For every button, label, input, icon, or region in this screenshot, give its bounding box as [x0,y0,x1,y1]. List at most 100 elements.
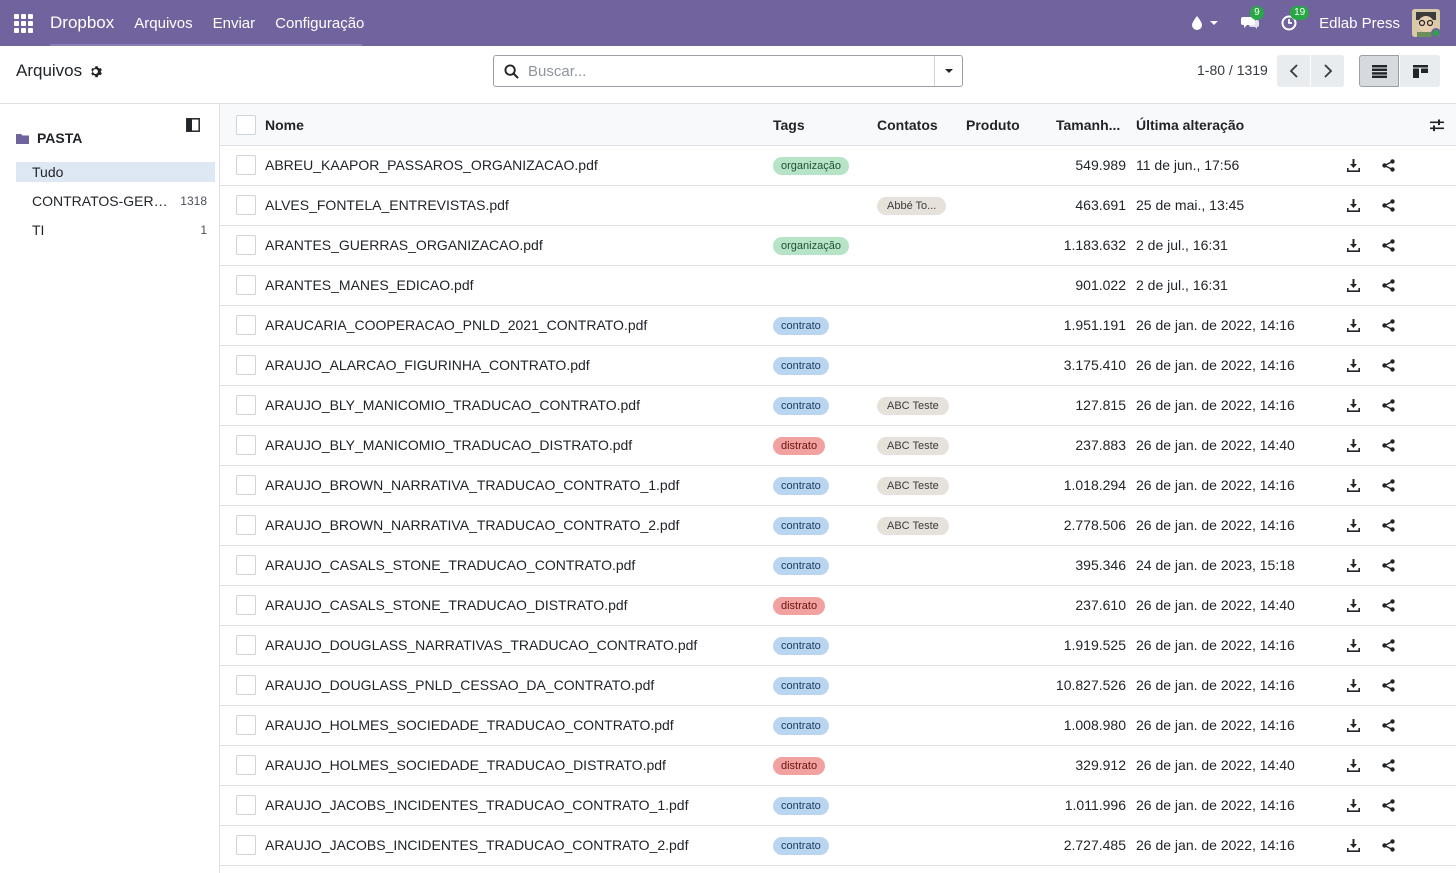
app-brand[interactable]: Dropbox [50,13,114,33]
column-header-modified[interactable]: Última alteração [1136,117,1244,133]
search-input[interactable] [528,57,934,85]
table-row[interactable]: ARAUCARIA_COOPERACAO_PNLD_2021_CONTRATO.… [220,306,1456,346]
table-row[interactable]: ARAUJO_ALARCAO_FIGURINHA_CONTRATO.pdf con… [220,346,1456,386]
row-checkbox[interactable] [236,475,256,495]
table-row[interactable]: ARAUJO_CASALS_STONE_TRADUCAO_DISTRATO.pd… [220,586,1456,626]
share-button[interactable] [1382,199,1395,215]
menu-arquivos[interactable]: Arquivos [134,15,192,32]
row-checkbox[interactable] [236,555,256,575]
download-button[interactable] [1347,399,1360,415]
row-checkbox[interactable] [236,155,256,175]
file-name[interactable]: ALVES_FONTELA_ENTREVISTAS.pdf [265,197,509,213]
row-checkbox[interactable] [236,835,256,855]
download-button[interactable] [1347,199,1360,215]
user-name[interactable]: Edlab Press [1319,15,1400,32]
row-checkbox[interactable] [236,435,256,455]
table-row[interactable]: ARAUJO_DOUGLASS_NARRATIVAS_TRADUCAO_CONT… [220,626,1456,666]
share-button[interactable] [1382,319,1395,335]
row-checkbox[interactable] [236,715,256,735]
download-button[interactable] [1347,599,1360,615]
file-name[interactable]: ARAUJO_DOUGLASS_NARRATIVAS_TRADUCAO_CONT… [265,637,697,653]
row-checkbox[interactable] [236,395,256,415]
column-header-name[interactable]: Nome [265,117,304,133]
share-button[interactable] [1382,399,1395,415]
share-button[interactable] [1382,719,1395,735]
table-row[interactable]: ARAUJO_DOUGLASS_PNLD_CESSAO_DA_CONTRATO.… [220,666,1456,706]
download-button[interactable] [1347,319,1360,335]
row-checkbox[interactable] [236,755,256,775]
messages-button[interactable]: 9 [1241,6,1264,31]
file-name[interactable]: ARANTES_GUERRAS_ORGANIZACAO.pdf [265,237,543,253]
table-row[interactable]: ARAUJO_HOLMES_SOCIEDADE_TRADUCAO_CONTRAT… [220,706,1456,746]
share-button[interactable] [1382,799,1395,815]
share-button[interactable] [1382,679,1395,695]
download-button[interactable] [1347,799,1360,815]
share-button[interactable] [1382,559,1395,575]
list-view-button[interactable] [1359,55,1399,87]
download-button[interactable] [1347,279,1360,295]
sidebar-item-tudo[interactable]: Tudo [16,162,215,182]
download-button[interactable] [1347,519,1360,535]
download-button[interactable] [1347,679,1360,695]
table-row[interactable]: ARAUJO_BROWN_NARRATIVA_TRADUCAO_CONTRATO… [220,466,1456,506]
table-row[interactable]: ARAUJO_BROWN_NARRATIVA_TRADUCAO_CONTRATO… [220,506,1456,546]
share-button[interactable] [1382,479,1395,495]
pager-previous-button[interactable] [1277,55,1310,87]
download-button[interactable] [1347,159,1360,175]
table-row[interactable]: ARAUJO_HOLMES_SOCIEDADE_TRADUCAO_DISTRAT… [220,746,1456,786]
download-button[interactable] [1347,239,1360,255]
pager-next-button[interactable] [1311,55,1344,87]
row-checkbox[interactable] [236,235,256,255]
row-checkbox[interactable] [236,315,256,335]
download-button[interactable] [1347,439,1360,455]
file-name[interactable]: ARAUJO_BLY_MANICOMIO_TRADUCAO_DISTRATO.p… [265,437,632,453]
sidebar-item-ti[interactable]: TI 1 [16,220,215,240]
user-avatar[interactable] [1412,9,1440,37]
row-checkbox[interactable] [236,355,256,375]
kanban-view-button[interactable] [1400,55,1440,87]
file-name[interactable]: ARAUJO_BLY_MANICOMIO_TRADUCAO_CONTRATO.p… [265,397,640,413]
share-button[interactable] [1382,439,1395,455]
file-name[interactable]: ARAUJO_DOUGLASS_PNLD_CESSAO_DA_CONTRATO.… [265,677,654,693]
download-button[interactable] [1347,479,1360,495]
pager-value[interactable]: 1-80 / 1319 [1197,62,1268,78]
row-checkbox[interactable] [236,275,256,295]
table-row[interactable]: ARAUJO_JACOBS_INCIDENTES_TRADUCAO_CONTRA… [220,786,1456,826]
column-header-contacts[interactable]: Contatos [877,117,938,133]
file-name[interactable]: ARAUJO_BROWN_NARRATIVA_TRADUCAO_CONTRATO… [265,517,679,533]
share-button[interactable] [1382,519,1395,535]
file-name[interactable]: ARAUJO_JACOBS_INCIDENTES_TRADUCAO_CONTRA… [265,797,688,813]
sidebar-item-contratos-gerais[interactable]: CONTRATOS-GERAIS 1318 [16,191,215,211]
file-name[interactable]: ARAUJO_ALARCAO_FIGURINHA_CONTRATO.pdf [265,357,590,373]
file-name[interactable]: ARANTES_MANES_EDICAO.pdf [265,277,474,293]
table-row[interactable]: ARANTES_MANES_EDICAO.pdf 901.022 2 de jul.… [220,266,1456,306]
download-button[interactable] [1347,639,1360,655]
gear-icon[interactable] [89,65,103,78]
share-button[interactable] [1382,359,1395,375]
file-name[interactable]: ARAUJO_CASALS_STONE_TRADUCAO_CONTRATO.pd… [265,557,635,573]
row-checkbox[interactable] [236,195,256,215]
share-button[interactable] [1382,759,1395,775]
table-row[interactable]: ARAUJO_CASALS_STONE_TRADUCAO_CONTRATO.pd… [220,546,1456,586]
activities-button[interactable]: 19 [1281,6,1310,31]
file-name[interactable]: ABREU_KAAPOR_PASSAROS_ORGANIZACAO.pdf [265,157,598,173]
share-button[interactable] [1382,839,1395,855]
download-button[interactable] [1347,839,1360,855]
column-header-size[interactable]: Tamanh... [1056,117,1120,133]
column-header-tags[interactable]: Tags [773,117,805,133]
share-button[interactable] [1382,639,1395,655]
share-button[interactable] [1382,159,1395,175]
file-name[interactable]: ARAUJO_HOLMES_SOCIEDADE_TRADUCAO_CONTRAT… [265,717,674,733]
share-button[interactable] [1382,599,1395,615]
sidebar-toggle-button[interactable] [186,118,200,135]
file-name[interactable]: ARAUCARIA_COOPERACAO_PNLD_2021_CONTRATO.… [265,317,647,333]
table-row[interactable]: ARAUJO_BLY_MANICOMIO_TRADUCAO_DISTRATO.p… [220,426,1456,466]
table-row[interactable]: ARAUJO_JACOBS_INCIDENTES_TRADUCAO_CONTRA… [220,826,1456,866]
optional-columns-button[interactable] [1430,119,1444,135]
column-header-product[interactable]: Produto [966,117,1020,133]
row-checkbox[interactable] [236,595,256,615]
row-checkbox[interactable] [236,635,256,655]
download-button[interactable] [1347,719,1360,735]
drop-menu-button[interactable] [1189,15,1219,31]
row-checkbox[interactable] [236,795,256,815]
